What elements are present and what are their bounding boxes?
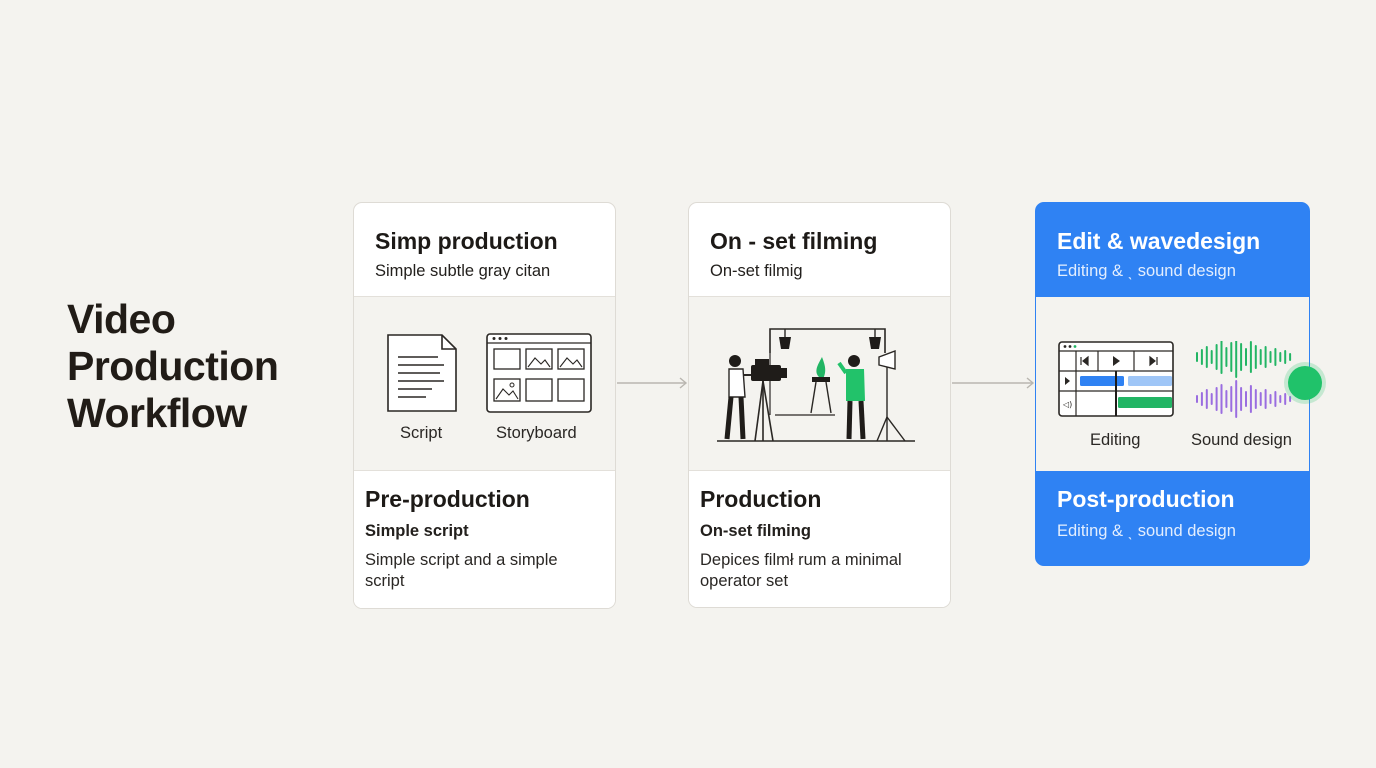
editing-label: Editing (1090, 431, 1141, 449)
script-label: Script (400, 424, 443, 442)
film-set-icon (717, 328, 915, 442)
card-footer: Production On-set filming Depices filmł … (689, 471, 950, 607)
svg-text:◁): ◁) (1062, 400, 1072, 409)
stage-subtitle: On-set filming (700, 522, 811, 540)
arrow-right-icon (617, 377, 688, 389)
stage-card-production[interactable]: On - set filming On-set filmig Productio… (688, 202, 951, 608)
card-illustration: Script Storyboard (354, 297, 615, 471)
stage-subtitle: Simple script (365, 522, 469, 540)
stage-card-pre-production[interactable]: Simp production Simple subtle gray citan… (353, 202, 616, 609)
stage-title: Post-production (1057, 486, 1235, 512)
card-header: Edit & wavedesign Editing & ˎ sound desi… (1036, 203, 1309, 296)
card-header: Simp production Simple subtle gray citan (354, 203, 615, 297)
card-illustration (689, 297, 950, 471)
title-line-1: Video (67, 296, 176, 342)
storyboard-label: Storyboard (496, 424, 577, 442)
card-illustration: ◁) Editing Sound design (1036, 297, 1309, 471)
stage-title: Production (700, 486, 822, 512)
storyboard-icon (486, 333, 592, 413)
document-icon (387, 334, 457, 412)
stage-subtitle: Editing & ˎ sound design (1057, 522, 1236, 540)
page-title: Video Production Workflow (67, 296, 279, 437)
editing-timeline-icon: ◁) (1058, 341, 1174, 417)
stage-description: Depices filmł rum a minimal operator set (700, 551, 902, 590)
card-footer: Pre-production Simple script Simple scri… (354, 471, 615, 608)
card-header: On - set filming On-set filmig (689, 203, 950, 297)
card-footer: Post-production Editing & ˎ sound design (1036, 471, 1309, 565)
card-header-title: On - set filming (710, 228, 878, 254)
sound-wave-icon (1196, 341, 1292, 418)
card-header-subtitle: Editing & ˎ sound design (1057, 262, 1236, 280)
card-header-title: Edit & wavedesign (1057, 228, 1261, 254)
sound-design-label: Sound design (1191, 431, 1292, 449)
arrow-right-icon (952, 377, 1035, 389)
card-header-subtitle: Simple subtle gray citan (375, 262, 551, 280)
title-line-3: Workflow (67, 390, 247, 436)
stage-title: Pre-production (365, 486, 530, 512)
stage-description: Simple script and a simple script (365, 551, 558, 590)
stage-card-post-production[interactable]: Edit & wavedesign Editing & ˎ sound desi… (1035, 202, 1310, 566)
status-dot-icon (1288, 366, 1322, 400)
title-line-2: Production (67, 343, 279, 389)
card-header-subtitle: On-set filmig (710, 262, 803, 280)
card-header-title: Simp production (375, 228, 558, 254)
